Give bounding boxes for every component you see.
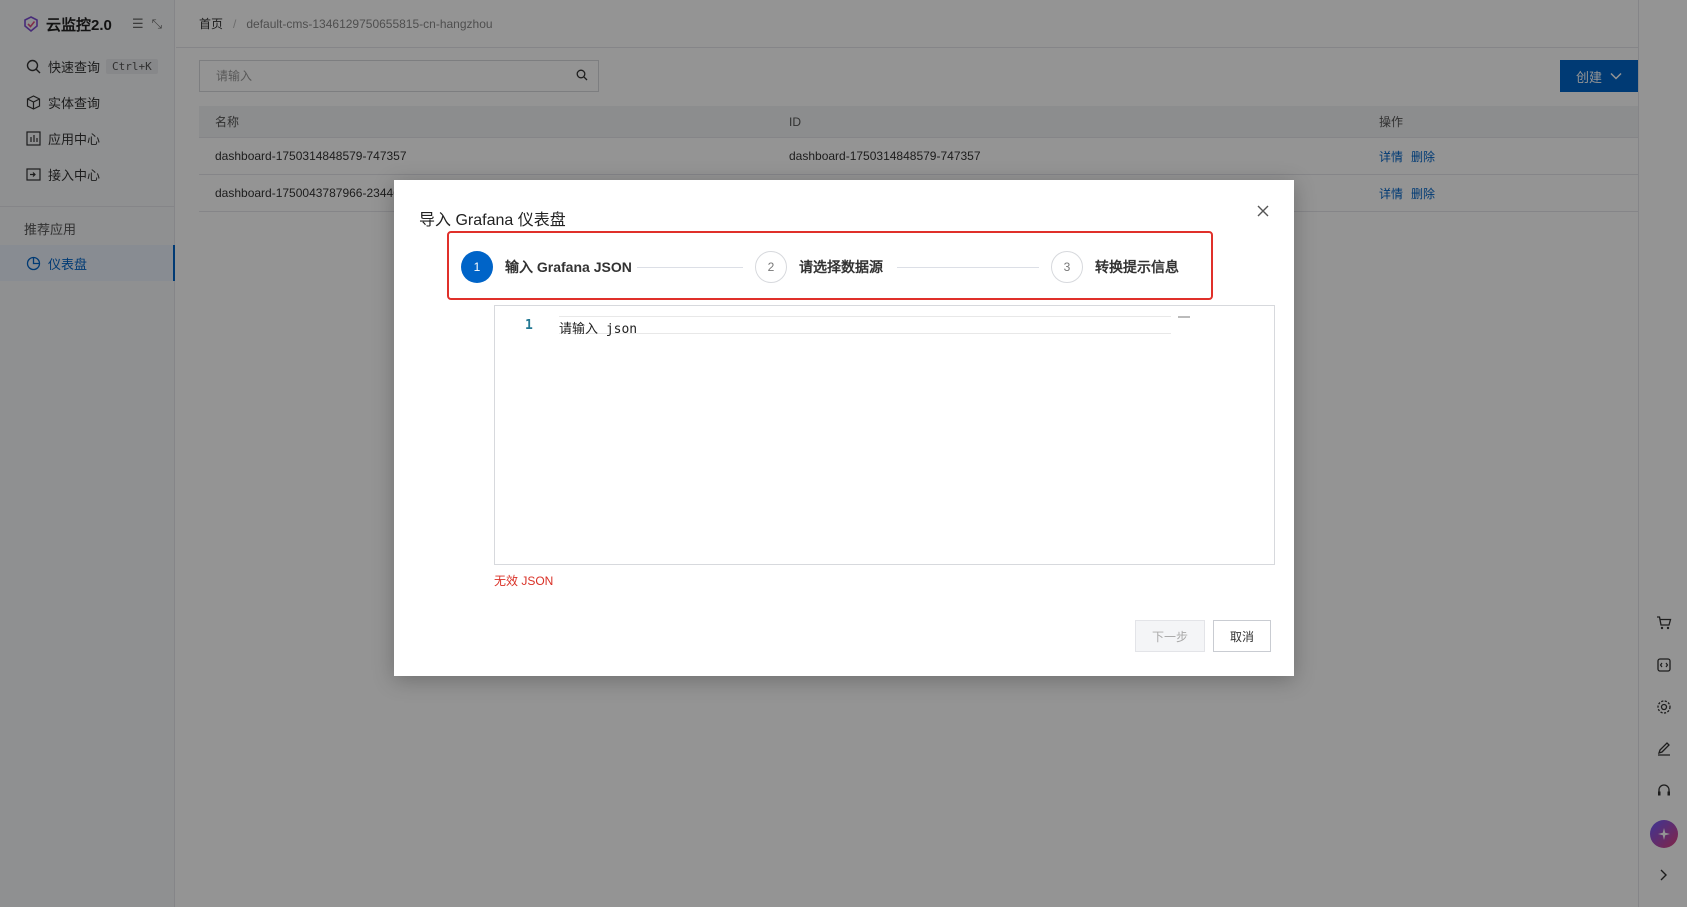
next-step-button[interactable]: 下一步 [1135,620,1205,652]
step-number: 3 [1051,251,1083,283]
editor-minimap [1178,316,1190,318]
step-number: 1 [461,251,493,283]
dialog-title: 导入 Grafana 仪表盘 [419,212,566,229]
close-icon[interactable] [1254,202,1272,220]
step-connector [897,267,1039,268]
import-grafana-dialog: 导入 Grafana 仪表盘 1 输入 Grafana JSON 2 请选择数据… [394,180,1294,676]
step-label: 输入 Grafana JSON [505,259,632,275]
steps-highlight-frame: 1 输入 Grafana JSON 2 请选择数据源 3 转换提示信息 [447,231,1213,300]
json-editor[interactable]: 1 请输入 json [494,305,1275,565]
current-line-highlight [559,316,1171,334]
editor-placeholder: 请输入 json [559,322,638,337]
line-number: 1 [525,318,533,333]
cancel-button[interactable]: 取消 [1213,620,1271,652]
step-number: 2 [755,251,787,283]
validation-error: 无效 JSON [494,574,554,588]
step-2: 2 请选择数据源 [755,251,883,283]
step-1: 1 输入 Grafana JSON [461,251,632,283]
step-3: 3 转换提示信息 [1051,251,1179,283]
step-label: 转换提示信息 [1095,259,1179,275]
step-connector [637,267,743,268]
step-label: 请选择数据源 [799,259,883,275]
